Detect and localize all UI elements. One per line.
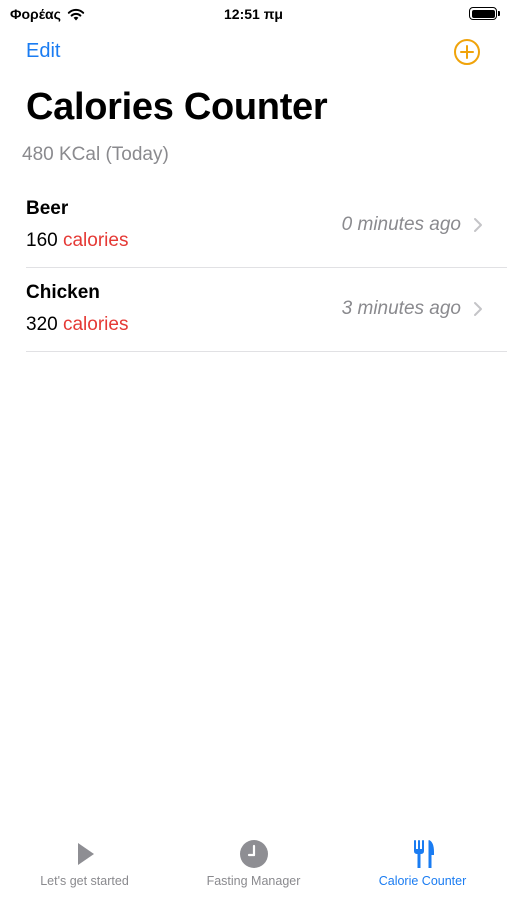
play-icon bbox=[77, 843, 94, 865]
entry-name: Beer bbox=[26, 198, 69, 219]
daily-total: 480 KCal (Today) bbox=[22, 144, 169, 165]
edit-button[interactable]: Edit bbox=[26, 40, 60, 63]
status-bar: Φορέας 12:51 πμ bbox=[0, 0, 507, 28]
entry-name: Chicken bbox=[26, 282, 100, 303]
entry-time: 3 minutes ago bbox=[341, 298, 461, 319]
clock-icon bbox=[239, 840, 268, 868]
entry-calories: 160 calories bbox=[26, 230, 128, 252]
fork-knife-icon bbox=[413, 840, 434, 868]
tab-label: Let's get started bbox=[40, 874, 129, 888]
tab-lets-get-started[interactable]: Let's get started bbox=[0, 838, 169, 900]
list-item[interactable]: Beer 160 calories 0 minutes ago bbox=[26, 184, 507, 268]
calorie-value: 160 bbox=[26, 230, 58, 251]
tab-calorie-counter[interactable]: Calorie Counter bbox=[338, 838, 507, 900]
status-time: 12:51 πμ bbox=[224, 6, 283, 22]
tab-bar: Let's get started Fasting Manager Calori… bbox=[0, 838, 507, 900]
tab-fasting-manager[interactable]: Fasting Manager bbox=[169, 838, 338, 900]
plus-circle-icon[interactable] bbox=[453, 38, 481, 66]
entry-time: 0 minutes ago bbox=[341, 214, 461, 235]
tab-label: Fasting Manager bbox=[206, 874, 301, 888]
page-title: Calories Counter bbox=[26, 86, 328, 128]
calorie-value: 320 bbox=[26, 314, 58, 335]
calorie-unit: calories bbox=[62, 230, 129, 251]
battery-icon bbox=[469, 7, 500, 20]
entry-calories: 320 calories bbox=[26, 314, 128, 336]
chevron-right-icon bbox=[474, 302, 482, 316]
calorie-entry-list: Beer 160 calories 0 minutes ago Chicken … bbox=[26, 184, 507, 352]
chevron-right-icon bbox=[474, 218, 482, 232]
tab-label: Calorie Counter bbox=[378, 874, 467, 888]
list-item[interactable]: Chicken 320 calories 3 minutes ago bbox=[26, 268, 507, 352]
calorie-unit: calories bbox=[62, 314, 129, 335]
